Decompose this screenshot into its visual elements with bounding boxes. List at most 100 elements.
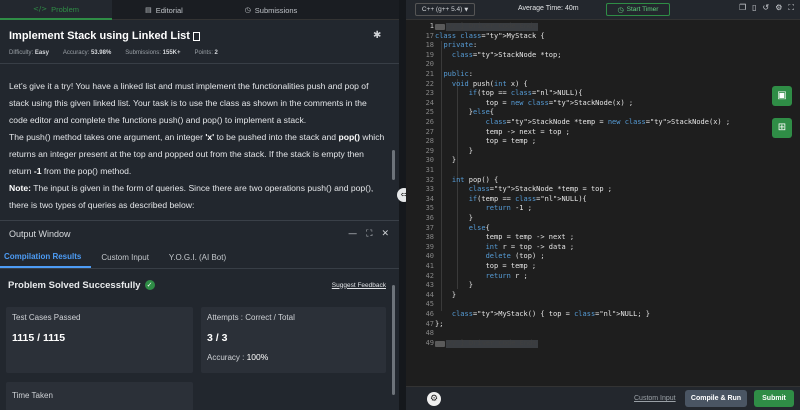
desc-bold: 'x' — [205, 132, 215, 142]
start-timer-label: Start Timer — [626, 6, 659, 13]
problem-meta: Difficulty: Easy Accuracy: 53.98% Submis… — [9, 50, 218, 56]
tab-editorial[interactable]: ▤ Editorial — [112, 0, 216, 20]
code-text: return r ; — [485, 271, 528, 280]
chat-icon[interactable]: ▣ — [772, 86, 792, 106]
tab-problem-label: Problem — [51, 4, 80, 14]
language-select[interactable]: C++ (g++ 5.4) ▼ — [415, 3, 475, 16]
tab-yogi-ai-bot[interactable]: Y.O.G.I. (AI Bot) — [159, 246, 236, 268]
code-line: 40 delete (top) ; — [406, 252, 766, 262]
line-number: 29 — [425, 146, 434, 155]
attempts-label: Attempts : Correct / Total — [207, 313, 295, 322]
code-icon: </> — [32, 5, 48, 13]
fullscreen-icon[interactable]: ⛶ — [788, 3, 794, 13]
settings-icon[interactable]: ⚙ — [775, 3, 782, 13]
code-text: class="ty">StackNode *temp = new class="… — [485, 118, 731, 126]
language-value: C++ (g++ 5.4) — [421, 6, 463, 13]
problem-header: Implement Stack using Linked List ✱ — [9, 28, 385, 44]
problem-title: Implement Stack using Linked List — [9, 30, 190, 42]
output-title: Output Window — [9, 229, 71, 239]
code-text: top = temp ; — [435, 262, 537, 270]
editorial-icon: ▤ — [145, 6, 152, 14]
line-number: 17 — [425, 31, 434, 40]
minimize-icon[interactable]: — — [348, 229, 357, 239]
line-number: 44 — [425, 290, 434, 299]
pane-splitter[interactable] — [399, 0, 406, 410]
line-number: 21 — [425, 70, 434, 78]
attempts-value: 3 / 3 — [207, 332, 228, 344]
output-scrollbar[interactable] — [392, 285, 395, 395]
meta-accuracy: Accuracy: 53.98% — [63, 50, 111, 56]
code-line: 19 class="ty">StackNode *top; — [406, 51, 766, 61]
fold-marker-icon[interactable] — [435, 24, 445, 30]
code-text: else{ — [468, 223, 490, 232]
result-status: Problem Solved Successfully ✓ — [8, 280, 155, 291]
code-line: 23 if(top == class="nl">NULL){ — [406, 89, 766, 99]
code-line: 44 } — [406, 291, 766, 301]
line-number: 25 — [425, 108, 434, 117]
bug-report-icon[interactable]: ✱ — [373, 30, 385, 42]
expand-icon[interactable]: ⛶ — [366, 229, 372, 239]
code-line: 26 class="ty">StackNode *temp = new clas… — [406, 118, 766, 128]
desc-paragraph-3: Note: The input is given in the form of … — [9, 180, 387, 214]
code-line: 22 void push(int x) { — [406, 80, 766, 90]
average-time: Average Time: 40m — [518, 5, 579, 12]
code-text: class="ty">StackNode *temp = top ; — [468, 185, 613, 194]
check-icon: ✓ — [144, 280, 155, 290]
code-text: } — [435, 281, 473, 290]
line-number: 41 — [425, 262, 434, 270]
desc-bold: -1 — [33, 166, 42, 176]
desc-text: from the pop() method. — [41, 166, 132, 176]
start-timer-button[interactable]: ◷ Start Timer — [606, 3, 670, 16]
code-line: 46 class="ty">MyStack() { top = class="n… — [406, 310, 766, 320]
line-number: 32 — [425, 175, 434, 184]
code-line: 34 if(temp == class="nl">NULL){ — [406, 195, 766, 205]
compile-run-button[interactable]: Compile & Run — [685, 390, 747, 407]
line-number: 48 — [425, 329, 434, 338]
tab-problem[interactable]: </> Problem — [0, 0, 112, 20]
desc-bold: Note: — [9, 183, 31, 193]
code-text: class class="ty">MyStack { — [435, 31, 545, 40]
code-text: int r = top -> data ; — [485, 242, 575, 251]
test-cases-label: Test Cases Passed — [12, 313, 81, 322]
tab-custom-input[interactable]: Custom Input — [91, 246, 159, 268]
code-text: } — [435, 146, 473, 155]
close-icon[interactable]: ✕ — [381, 229, 389, 239]
editor-toolbar: C++ (g++ 5.4) ▼ Average Time: 40m ◷ Star… — [406, 0, 800, 20]
code-line: 30 } — [406, 156, 766, 166]
code-line: 36 } — [406, 214, 766, 224]
code-line: 24 top = new class="ty">StackNode(x) ; — [406, 99, 766, 109]
line-number: 27 — [425, 127, 434, 136]
description-scrollbar[interactable] — [392, 150, 395, 180]
suggest-feedback-link[interactable]: Suggest Feedback — [332, 282, 386, 289]
clock-icon: ◷ — [244, 6, 251, 14]
add-note-icon[interactable]: ⊞ — [772, 118, 792, 138]
document-icon[interactable]: ▯ — [752, 3, 756, 13]
line-number: 1 — [429, 22, 434, 30]
reset-icon[interactable]: ↺ — [763, 3, 770, 13]
code-line: 17 class class="ty">MyStack { — [406, 32, 766, 42]
tab-submissions[interactable]: ◷ Submissions — [216, 0, 326, 20]
line-number: 47 — [425, 319, 434, 328]
line-number: 18 — [425, 41, 434, 50]
accuracy-value: 100% — [246, 352, 269, 362]
submissions-label: Submissions: — [125, 50, 161, 56]
fold-marker-icon[interactable] — [435, 340, 445, 347]
code-text: class="ty">StackNode *top; — [451, 50, 562, 59]
code-editor[interactable]: 1 // } Driver Code Ends 17 class class="ty"… — [406, 21, 800, 386]
custom-input-link[interactable]: Custom Input — [634, 395, 676, 402]
accuracy-row: Accuracy : 100% — [207, 352, 268, 362]
editor-settings-icon[interactable]: ⚙ — [427, 392, 441, 406]
bookmark-icon[interactable] — [192, 31, 200, 41]
code-text: public: — [443, 70, 473, 78]
submit-button[interactable]: Submit — [754, 390, 794, 407]
code-text: return -1 ; — [485, 204, 532, 213]
output-controls: — ⛶ ✕ — [348, 229, 389, 239]
code-line: 31 — [406, 166, 766, 176]
copy-icon[interactable]: ❐ — [739, 3, 746, 13]
avg-time-label: Average Time: — [518, 5, 564, 12]
avg-time-value: 40m — [564, 5, 579, 12]
problem-title-wrap: Implement Stack using Linked List — [9, 30, 200, 42]
code-text: } — [435, 156, 457, 165]
editor-bottom-bar: ⚙ Custom Input Compile & Run Submit — [406, 386, 800, 410]
tab-compilation-results[interactable]: Compilation Results — [0, 246, 92, 268]
